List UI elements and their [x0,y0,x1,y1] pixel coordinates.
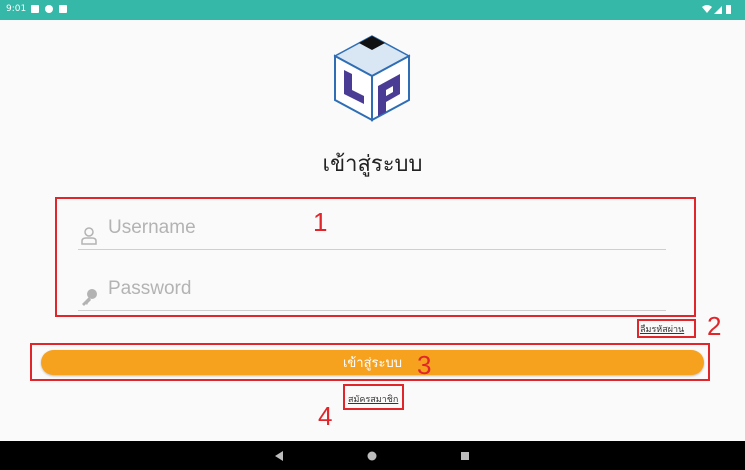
navigation-bar [0,441,745,470]
system-status-icons [702,5,731,14]
key-icon [82,289,97,306]
app-logo [333,35,411,122]
back-icon[interactable] [270,447,288,465]
login-button[interactable]: เข้าสู่ระบบ [41,350,704,375]
annotation-label-3: 3 [417,350,432,380]
signal-icon [714,6,722,14]
register-link[interactable]: สมัครสมาชิก [348,392,398,406]
home-icon[interactable] [363,447,381,465]
username-field[interactable]: Username [78,209,666,250]
recents-icon[interactable] [456,447,474,465]
battery-icon [726,5,731,14]
user-icon [81,227,97,245]
username-placeholder: Username [108,217,196,238]
status-bar: 9:01 [0,0,745,20]
password-field[interactable]: Password [78,270,666,311]
notification-icon [45,5,53,13]
annotation-label-4: 4 [318,401,333,431]
status-time: 9:01 [6,4,27,14]
password-placeholder: Password [108,278,192,299]
notification-icon [31,5,39,13]
forgot-password-link[interactable]: ลืมรหัสผ่าน [640,322,684,336]
annotation-label-2: 2 [707,311,722,341]
wifi-icon [702,5,712,13]
page-title: เข้าสู่ระบบ [322,152,423,177]
sd-card-icon [59,5,67,13]
